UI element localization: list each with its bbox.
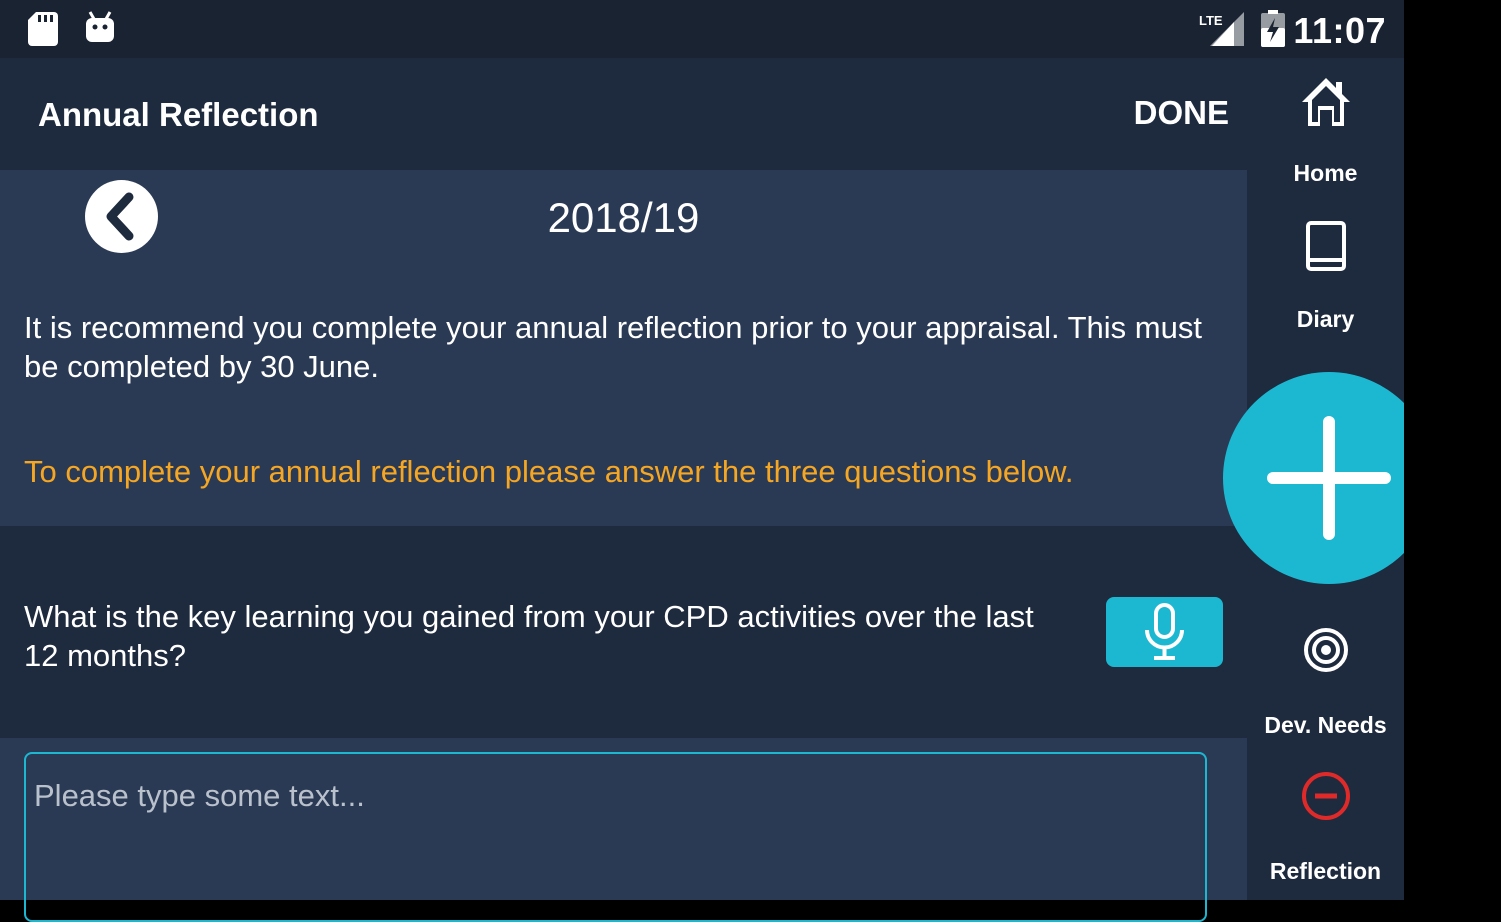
status-time: 11:07 bbox=[1293, 10, 1386, 51]
nav-item-diary[interactable]: Diary bbox=[1247, 218, 1404, 348]
app-bar: Annual Reflection DONE bbox=[0, 58, 1247, 170]
answer-textarea[interactable] bbox=[24, 752, 1207, 922]
book-icon bbox=[1305, 221, 1346, 271]
done-button[interactable]: DONE bbox=[1134, 94, 1229, 132]
page-title: Annual Reflection bbox=[38, 96, 319, 133]
nav-item-home[interactable]: Home bbox=[1247, 70, 1404, 200]
nav-label-dev-needs: Dev. Needs bbox=[1264, 712, 1387, 738]
nav-label-home: Home bbox=[1293, 160, 1358, 186]
sd-card-icon bbox=[28, 12, 58, 46]
answer-section bbox=[0, 738, 1247, 922]
microphone-icon bbox=[1145, 603, 1184, 660]
nav-item-reflection[interactable]: Reflection bbox=[1247, 768, 1404, 898]
status-bar: LTE 11:07 bbox=[0, 0, 1404, 58]
nav-label-diary: Diary bbox=[1296, 306, 1355, 332]
intro-text: It is recommend you complete your annual… bbox=[24, 310, 1202, 384]
minus-circle-icon bbox=[1301, 772, 1350, 820]
voice-input-button[interactable] bbox=[1106, 597, 1223, 667]
svg-text:LTE: LTE bbox=[1199, 13, 1223, 28]
screen-edge bbox=[1404, 0, 1501, 900]
android-icon bbox=[86, 11, 114, 42]
main-content: 2018/19 It is recommend you complete you… bbox=[0, 170, 1247, 922]
home-icon bbox=[1301, 78, 1350, 126]
target-icon bbox=[1303, 628, 1348, 672]
nav-item-dev-needs[interactable]: Dev. Needs bbox=[1247, 624, 1404, 754]
lte-signal-icon: LTE bbox=[1199, 12, 1244, 46]
nav-label-reflection: Reflection bbox=[1269, 858, 1382, 884]
intro-section: 2018/19 It is recommend you complete you… bbox=[0, 170, 1247, 526]
instruction-text: To complete your annual reflection pleas… bbox=[24, 454, 1074, 489]
year-label: 2018/19 bbox=[547, 194, 700, 241]
battery-charging-icon bbox=[1261, 10, 1285, 47]
question-text: What is the key learning you gained from… bbox=[24, 599, 1034, 673]
